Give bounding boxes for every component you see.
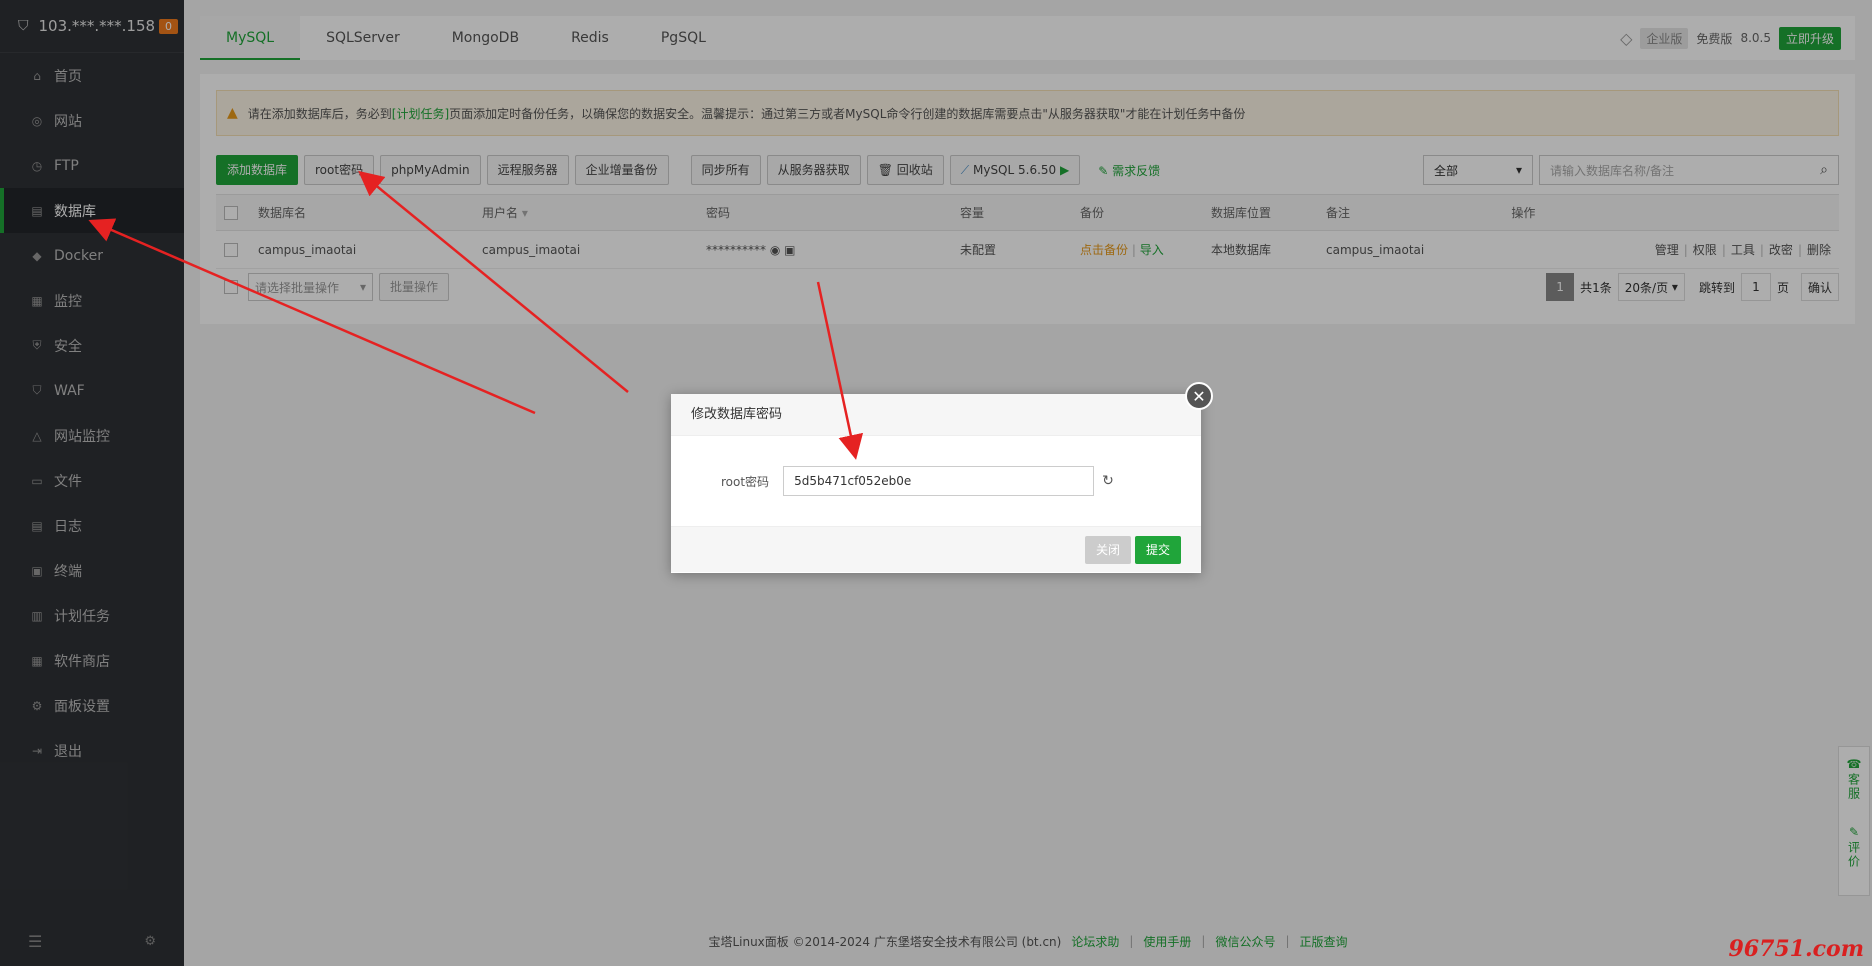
root-password-input[interactable]: 5d5b471cf052eb0e — [783, 466, 1095, 496]
watermark-logo: 96751.com — [1728, 936, 1864, 962]
close-button[interactable]: 关闭 — [1084, 535, 1131, 564]
dialog-footer: 关闭 提交 — [671, 526, 1201, 572]
close-icon[interactable]: ✕ — [1185, 382, 1213, 410]
submit-button[interactable]: 提交 — [1134, 535, 1181, 564]
dialog-title: 修改数据库密码 — [671, 394, 1201, 436]
refresh-icon[interactable]: ↻ — [1102, 473, 1114, 489]
root-password-label: root密码 — [721, 474, 770, 489]
dialog-body: root密码 5d5b471cf052eb0e ↻ — [671, 436, 1201, 526]
change-password-dialog: 修改数据库密码 ✕ root密码 5d5b471cf052eb0e ↻ 关闭 提… — [671, 382, 1213, 573]
